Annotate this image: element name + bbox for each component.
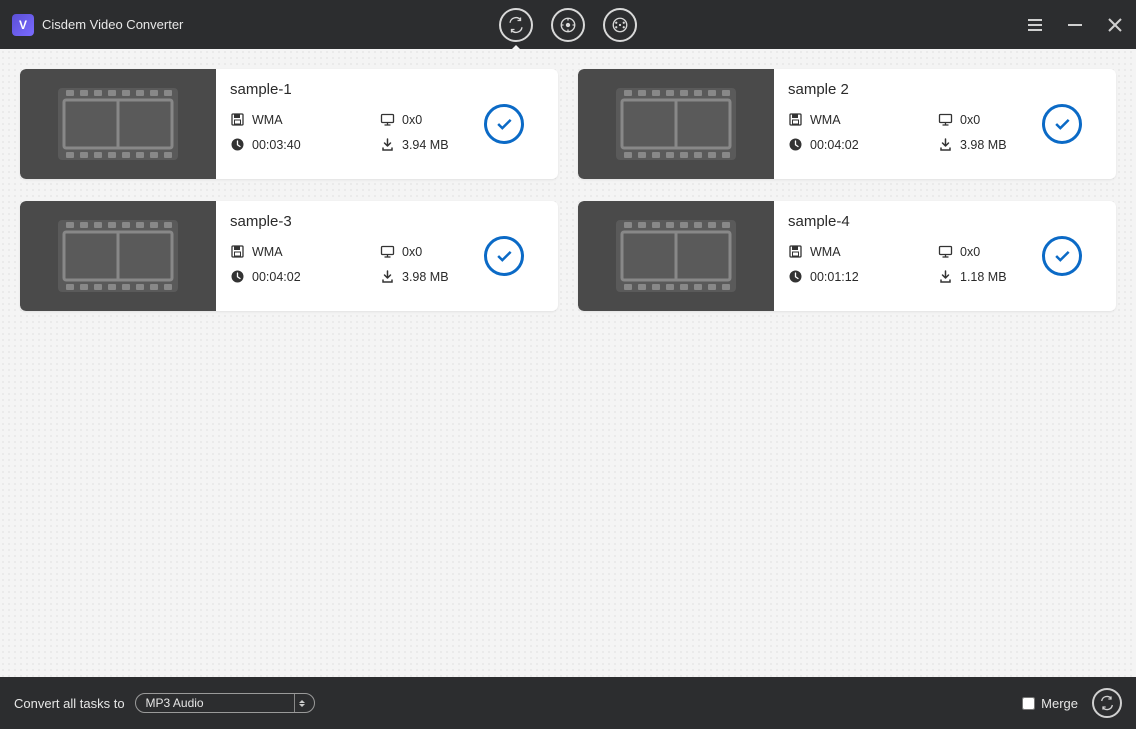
task-ready-button[interactable] <box>1042 236 1082 276</box>
merge-checkbox[interactable] <box>1022 697 1035 710</box>
task-format: WMA <box>252 245 283 259</box>
format-icon <box>788 112 803 127</box>
check-icon <box>494 246 514 266</box>
format-icon <box>788 244 803 259</box>
select-caret-icon <box>294 694 310 712</box>
title-bar: V Cisdem Video Converter <box>0 0 1136 49</box>
task-resolution: 0x0 <box>960 245 980 259</box>
duration-icon <box>788 269 803 284</box>
task-meta: sample-3 WMA 0x0 00:04:02 3.98 MB <box>216 201 558 311</box>
start-convert-button[interactable] <box>1092 688 1122 718</box>
footer-bar: Convert all tasks to MP3 Audio Merge <box>0 677 1136 729</box>
task-ready-button[interactable] <box>1042 104 1082 144</box>
convert-all-label: Convert all tasks to <box>14 696 125 711</box>
task-duration: 00:01:12 <box>810 270 859 284</box>
task-card[interactable]: sample-3 WMA 0x0 00:04:02 3.98 MB <box>20 201 558 311</box>
app-brand: V Cisdem Video Converter <box>12 14 183 36</box>
task-filesize: 3.98 MB <box>402 270 449 284</box>
merge-label: Merge <box>1041 696 1078 711</box>
task-thumbnail <box>20 201 216 311</box>
rip-mode-icon[interactable] <box>603 8 637 42</box>
resolution-icon <box>938 244 953 259</box>
filesize-icon <box>380 269 395 284</box>
app-logo-icon: V <box>12 14 34 36</box>
convert-mode-icon[interactable] <box>499 8 533 42</box>
check-icon <box>494 114 514 134</box>
task-meta: sample 2 WMA 0x0 00:04:02 3.98 MB <box>774 69 1116 179</box>
task-filename: sample 2 <box>788 81 1100 98</box>
task-format: WMA <box>252 113 283 127</box>
merge-toggle[interactable]: Merge <box>1022 696 1078 711</box>
task-duration: 00:03:40 <box>252 138 301 152</box>
task-thumbnail <box>578 201 774 311</box>
task-resolution: 0x0 <box>402 113 422 127</box>
app-title: Cisdem Video Converter <box>42 17 183 32</box>
resolution-icon <box>380 244 395 259</box>
task-card[interactable]: sample-4 WMA 0x0 00:01:12 1.18 MB <box>578 201 1116 311</box>
filesize-icon <box>938 137 953 152</box>
check-icon <box>1052 114 1072 134</box>
mode-switcher <box>499 8 637 42</box>
main-area: sample-1 WMA 0x0 00:03:40 3.94 MB sample… <box>0 49 1136 677</box>
task-filesize: 1.18 MB <box>960 270 1007 284</box>
output-format-value: MP3 Audio <box>146 696 204 710</box>
task-filename: sample-3 <box>230 213 542 230</box>
task-filesize: 3.94 MB <box>402 138 449 152</box>
task-duration: 00:04:02 <box>810 138 859 152</box>
task-grid: sample-1 WMA 0x0 00:03:40 3.94 MB sample… <box>20 69 1116 311</box>
task-card[interactable]: sample-1 WMA 0x0 00:03:40 3.94 MB <box>20 69 558 179</box>
filesize-icon <box>938 269 953 284</box>
task-meta: sample-1 WMA 0x0 00:03:40 3.94 MB <box>216 69 558 179</box>
duration-icon <box>230 137 245 152</box>
task-ready-button[interactable] <box>484 236 524 276</box>
task-duration: 00:04:02 <box>252 270 301 284</box>
format-icon <box>230 112 245 127</box>
minimize-icon[interactable] <box>1066 16 1084 34</box>
task-filesize: 3.98 MB <box>960 138 1007 152</box>
task-format: WMA <box>810 113 841 127</box>
resolution-icon <box>938 112 953 127</box>
task-format: WMA <box>810 245 841 259</box>
task-filename: sample-4 <box>788 213 1100 230</box>
task-meta: sample-4 WMA 0x0 00:01:12 1.18 MB <box>774 201 1116 311</box>
check-icon <box>1052 246 1072 266</box>
task-ready-button[interactable] <box>484 104 524 144</box>
task-resolution: 0x0 <box>402 245 422 259</box>
filesize-icon <box>380 137 395 152</box>
task-resolution: 0x0 <box>960 113 980 127</box>
task-thumbnail <box>578 69 774 179</box>
task-thumbnail <box>20 69 216 179</box>
format-icon <box>230 244 245 259</box>
duration-icon <box>230 269 245 284</box>
duration-icon <box>788 137 803 152</box>
download-mode-icon[interactable] <box>551 8 585 42</box>
menu-icon[interactable] <box>1026 16 1044 34</box>
output-format-select[interactable]: MP3 Audio <box>135 693 315 713</box>
task-filename: sample-1 <box>230 81 542 98</box>
close-icon[interactable] <box>1106 16 1124 34</box>
task-card[interactable]: sample 2 WMA 0x0 00:04:02 3.98 MB <box>578 69 1116 179</box>
resolution-icon <box>380 112 395 127</box>
